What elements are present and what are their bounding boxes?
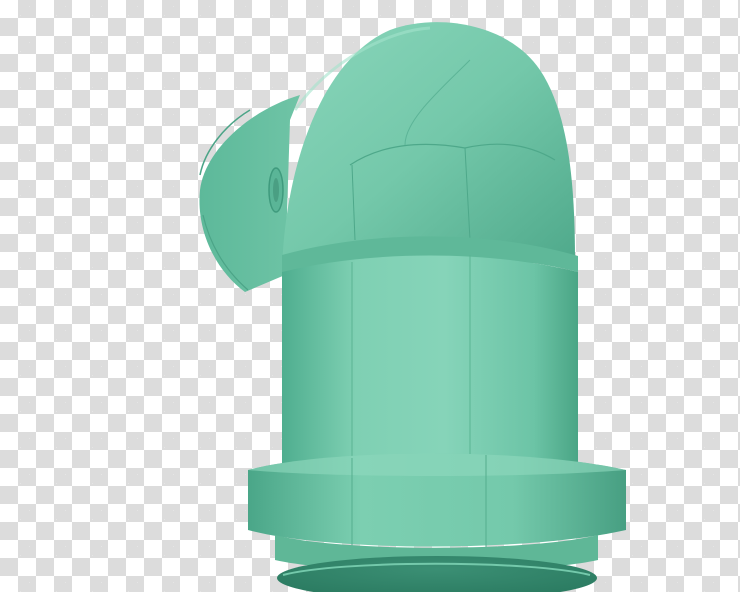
elbow-dome <box>282 22 575 270</box>
transparent-background <box>0 0 740 592</box>
pipe-body <box>282 255 578 475</box>
pipe-elbow-fitting <box>199 22 626 592</box>
bottom-collar <box>248 453 626 548</box>
